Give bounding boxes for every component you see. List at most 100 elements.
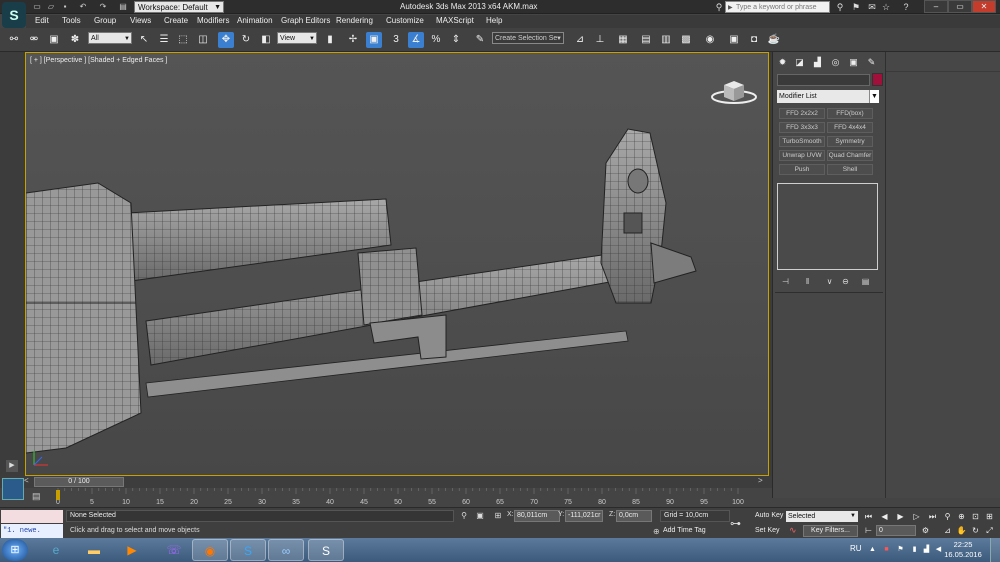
render-teapot-icon[interactable]: ☕ <box>766 32 782 48</box>
track-bar[interactable]: 0 5 10 15 20 25 30 35 40 45 50 55 60 65 … <box>0 488 772 508</box>
orbit-icon[interactable]: ↻ <box>970 525 981 536</box>
named-selection-set-dropdown[interactable]: Create Selection Se ▼ <box>492 32 564 44</box>
subscription-icon[interactable]: ⚑ <box>850 2 862 12</box>
spinner-snap-icon[interactable]: ⇕ <box>448 32 464 48</box>
show-desktop-button[interactable] <box>990 538 1000 562</box>
modifier-button-ffd-3x3x3[interactable]: FFD 3x3x3 <box>779 122 825 133</box>
time-slider[interactable]: 0 / 100 <box>34 477 124 487</box>
select-object-icon[interactable]: ↖ <box>136 32 152 48</box>
next-frame-icon[interactable]: > <box>758 476 763 485</box>
menu-edit[interactable]: Edit <box>35 16 49 25</box>
graphite-ribbon-icon[interactable]: ▤ <box>638 32 654 48</box>
unlink-icon[interactable]: ⚮ <box>26 32 42 48</box>
percent-snap-icon[interactable]: % <box>428 32 444 48</box>
remove-modifier-icon[interactable]: ⊖ <box>839 276 852 287</box>
select-and-manipulate-icon[interactable]: ✢ <box>345 32 361 48</box>
go-to-end-icon[interactable]: ⏭ <box>927 511 938 522</box>
language-indicator[interactable]: RU <box>850 544 862 553</box>
zoom-extents-icon[interactable]: ⊡ <box>970 511 981 522</box>
zoom-extents-all-icon[interactable]: ⊞ <box>984 511 995 522</box>
reference-coordinate-dropdown[interactable]: View ▼ <box>277 32 317 44</box>
zoom-all-icon[interactable]: ⊕ <box>956 511 967 522</box>
object-name-field[interactable] <box>777 74 870 86</box>
selection-filter-dropdown[interactable]: All ▼ <box>88 32 132 44</box>
rectangular-selection-icon[interactable]: ⬚ <box>175 32 191 48</box>
pivot-center-icon[interactable]: ▮ <box>322 32 338 48</box>
current-frame-field[interactable]: 0 <box>876 525 916 536</box>
modifier-list-dropdown[interactable]: Modifier List ▼ <box>777 90 879 103</box>
menu-modifiers[interactable]: Modifiers <box>197 16 229 25</box>
taskbar-visual-studio[interactable]: ∞ <box>268 539 304 561</box>
open-mini-curve-editor-icon[interactable]: ▤ <box>32 491 41 502</box>
set-keys-key-icon[interactable]: ⊶ <box>730 517 741 530</box>
configure-modifier-sets-icon[interactable]: ▤ <box>859 276 872 287</box>
menu-views[interactable]: Views <box>130 16 151 25</box>
redo-icon[interactable]: ↷ <box>98 2 108 12</box>
system-clock[interactable]: 22:25 16.05.2016 <box>943 540 983 560</box>
time-tag-icon[interactable]: ⊕ <box>653 527 660 536</box>
x-coordinate-field[interactable]: 80,011cm <box>514 510 560 522</box>
key-mode-icon[interactable]: ⊢ <box>863 525 874 536</box>
menu-customize[interactable]: Customize <box>386 16 424 25</box>
maximize-viewport-icon[interactable]: ⤢ <box>984 525 995 536</box>
select-and-rotate-icon[interactable]: ↻ <box>238 32 254 48</box>
modifier-button-ffd-4x4x4[interactable]: FFD 4x4x4 <box>827 122 873 133</box>
menu-rendering[interactable]: Rendering <box>336 16 373 25</box>
y-coordinate-field[interactable]: -111,021cr <box>565 510 603 522</box>
taskbar-3ds-max[interactable]: S <box>308 539 344 561</box>
favorites-star-icon[interactable]: ☆ <box>880 2 892 12</box>
isolate-selection-icon[interactable]: ⚲ <box>458 510 470 522</box>
mirror-icon[interactable]: ⊿ <box>572 32 588 48</box>
taskbar-file-explorer[interactable]: ▬ <box>76 539 112 561</box>
maxscript-listener-top[interactable] <box>1 510 63 523</box>
pin-stack-icon[interactable]: ⊣ <box>779 276 792 287</box>
keyboard-shortcut-override-icon[interactable]: ▣ <box>366 32 382 48</box>
search-input[interactable]: Type a keyword or phrase <box>725 1 830 14</box>
modifier-button-shell[interactable]: Shell <box>827 164 873 175</box>
auto-key-button[interactable]: Auto Key <box>755 512 783 519</box>
key-tangent-icon[interactable]: ∿ <box>789 525 797 536</box>
modifier-button-unwrap-uvw[interactable]: Unwrap UVW <box>779 150 825 161</box>
material-editor-icon[interactable]: ◉ <box>702 32 718 48</box>
tray-volume-icon[interactable]: ◀ <box>934 545 943 554</box>
modifier-stack-view[interactable] <box>777 183 878 270</box>
angle-snap-icon[interactable]: ∡ <box>408 32 424 48</box>
select-and-scale-icon[interactable]: ◧ <box>258 32 274 48</box>
undo-icon[interactable]: ↶ <box>78 2 88 12</box>
make-unique-icon[interactable]: ∨ <box>823 276 836 287</box>
new-file-icon[interactable]: ▭ <box>32 2 42 12</box>
restore-button[interactable]: ▭ <box>948 0 972 13</box>
workspace-dropdown[interactable]: Workspace: Default ▼ <box>134 1 224 13</box>
help-icon[interactable]: ? <box>900 2 912 12</box>
menu-group[interactable]: Group <box>94 16 116 25</box>
motion-tab-icon[interactable]: ◎ <box>829 56 842 69</box>
selection-set-dropdown[interactable]: Selected ▼ <box>786 511 858 522</box>
perspective-viewport[interactable]: [ + ] [Perspective ] [Shaded + Edged Fac… <box>25 52 769 476</box>
taskbar-media-player[interactable]: ▶ <box>114 539 150 561</box>
edit-named-selection-icon[interactable]: ✎ <box>472 32 488 48</box>
tray-show-hidden-icon[interactable]: ▲ <box>868 545 877 554</box>
taskbar-viber[interactable]: ☏ <box>156 539 192 561</box>
maxscript-mini-listener-icon[interactable] <box>2 478 24 500</box>
field-of-view-icon[interactable]: ⊿ <box>942 525 953 536</box>
modifier-button-ffd-2x2x2[interactable]: FFD 2x2x2 <box>779 108 825 119</box>
rendered-frame-window-icon[interactable]: ◘ <box>746 32 762 48</box>
application-menu-button[interactable]: S <box>2 2 26 28</box>
previous-key-icon[interactable]: ◀ <box>879 511 890 522</box>
create-tab-icon[interactable]: ✹ <box>776 56 789 69</box>
schematic-view-icon[interactable]: ▩ <box>678 32 694 48</box>
curve-editor-icon[interactable]: ▥ <box>658 32 674 48</box>
tray-network-icon[interactable]: ▟ <box>922 545 931 554</box>
go-to-start-icon[interactable]: ⏮ <box>863 511 874 522</box>
absolute-mode-icon[interactable]: ⊞ <box>492 510 504 522</box>
save-file-icon[interactable]: ▪ <box>60 2 70 12</box>
modifier-button-quad-chamfer[interactable]: Quad Chamfer <box>827 150 873 161</box>
previous-frame-icon[interactable]: < <box>24 476 29 485</box>
tray-flag-icon[interactable]: ⚑ <box>896 545 905 554</box>
menu-graph-editors[interactable]: Graph Editors <box>281 16 330 25</box>
minimize-button[interactable]: – <box>924 0 948 13</box>
maxscript-listener-output[interactable]: "1. newe. <box>1 524 63 538</box>
play-animation-icon[interactable]: ▶ <box>895 511 906 522</box>
modifier-button-symmetry[interactable]: Symmetry <box>827 136 873 147</box>
project-folder-icon[interactable]: ▤ <box>118 2 128 12</box>
